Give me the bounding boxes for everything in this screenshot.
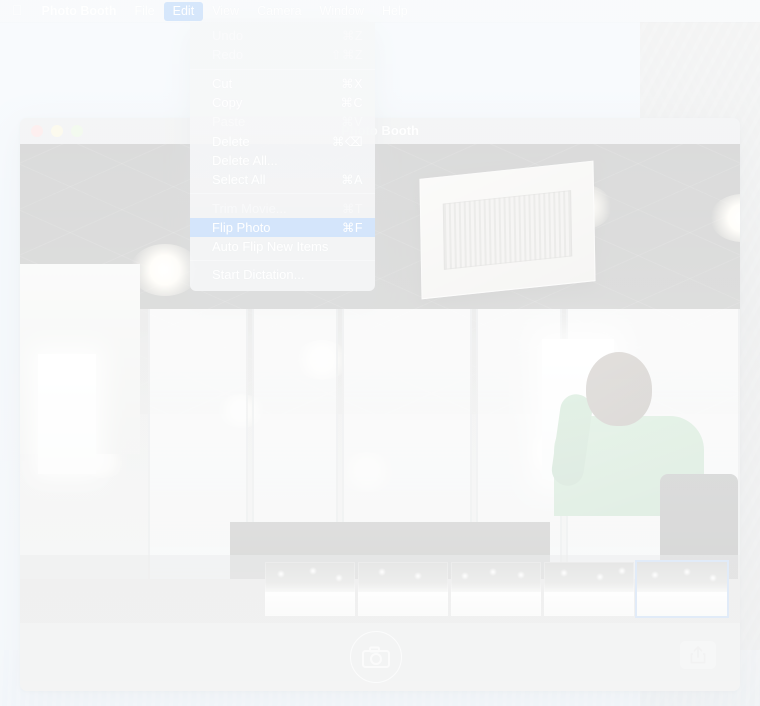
menu-item-label: Cut [212,75,233,91]
menu-item-label: Undo [212,28,244,44]
menu-item-shortcut: ⌘A [341,173,363,188]
menu-item-shortcut: ⌘T [341,201,363,216]
menu-item-paste[interactable]: Paste ⌘V [190,112,375,131]
thumbnail-2[interactable] [358,562,448,616]
menu-camera[interactable]: Camera [248,2,310,21]
menu-item-copy[interactable]: Copy ⌘C [190,93,375,112]
menu-separator [190,68,375,70]
menu-item-label: Delete All... [212,152,278,168]
thumbnail-4[interactable] [544,562,634,616]
menu-photo-booth[interactable]: Photo Booth [33,2,126,21]
menu-item-flip-photo[interactable]: Flip Photo ⌘F [190,217,375,237]
menu-edit[interactable]: Edit [163,1,204,21]
menu-item-shortcut: ⌘C [340,96,363,111]
menu-help[interactable]: Help [373,2,417,21]
menu-bar:  Photo Booth File Edit View Camera Wind… [0,0,760,22]
person-head [586,352,652,426]
menu-item-undo[interactable]: Undo ⌘Z [190,26,375,45]
thumbnail-3[interactable] [451,562,541,616]
thumbnail-1[interactable] [265,562,355,616]
camera-icon [362,646,390,668]
window-title-bar[interactable]: Photo Booth [20,118,740,144]
shutter-button[interactable] [350,631,402,683]
menu-item-label: Copy [212,95,243,111]
menu-file[interactable]: File [125,2,163,21]
menu-item-label: Auto Flip New Items [212,239,329,255]
menu-window[interactable]: Window [311,2,373,21]
menu-item-delete-all[interactable]: Delete All... [190,151,375,170]
apple-icon[interactable]:  [8,2,33,21]
menu-item-select-all[interactable]: Select All ⌘A [190,170,375,189]
menu-item-shortcut: ⌘Z [341,29,363,44]
menu-item-shortcut: ⌘X [341,76,363,91]
bottom-toolbar [20,623,740,691]
camera-preview[interactable]: 1 2 3 4 5 6 7 8 9 [20,144,740,579]
menu-item-redo[interactable]: Redo ⇧⌘Z [190,45,375,64]
menu-item-delete[interactable]: Delete ⌘⌫ [190,131,375,150]
share-button[interactable] [680,641,716,669]
window-title: Photo Booth [341,123,419,138]
menu-item-label: Start Dictation... [212,267,305,283]
menu-item-auto-flip-new-items[interactable]: Auto Flip New Items [190,237,375,256]
share-icon [690,646,706,664]
ceiling-ac-vent [419,160,596,300]
menu-view[interactable]: View [203,2,248,21]
ac-vent-grill [442,190,573,270]
window-light-left [38,354,96,474]
menu-item-shortcut: ⌘V [341,115,363,130]
menu-item-label: Paste [212,114,246,130]
menu-item-trim-movie[interactable]: Trim Movie... ⌘T [190,198,375,217]
thumbnail-5[interactable] [637,562,727,616]
menu-item-start-dictation[interactable]: Start Dictation... [190,265,375,284]
edit-dropdown-menu: Undo ⌘Z Redo ⇧⌘Z Cut ⌘X Copy ⌘C Paste ⌘V… [190,22,375,291]
photo-booth-window: Photo Booth [20,118,740,691]
menu-separator [190,193,375,195]
menu-item-shortcut: ⌘⌫ [331,134,363,149]
photo-filmstrip[interactable] [20,555,740,623]
menu-item-cut[interactable]: Cut ⌘X [190,74,375,93]
menu-item-label: Redo [212,47,244,63]
menu-item-label: Select All [212,172,266,188]
menu-separator [190,260,375,262]
menu-item-shortcut: ⇧⌘Z [330,48,363,63]
menu-item-shortcut: ⌘F [341,220,363,235]
menu-item-label: Flip Photo [212,219,271,235]
menu-item-label: Trim Movie... [212,200,287,216]
menu-item-label: Delete [212,133,250,149]
